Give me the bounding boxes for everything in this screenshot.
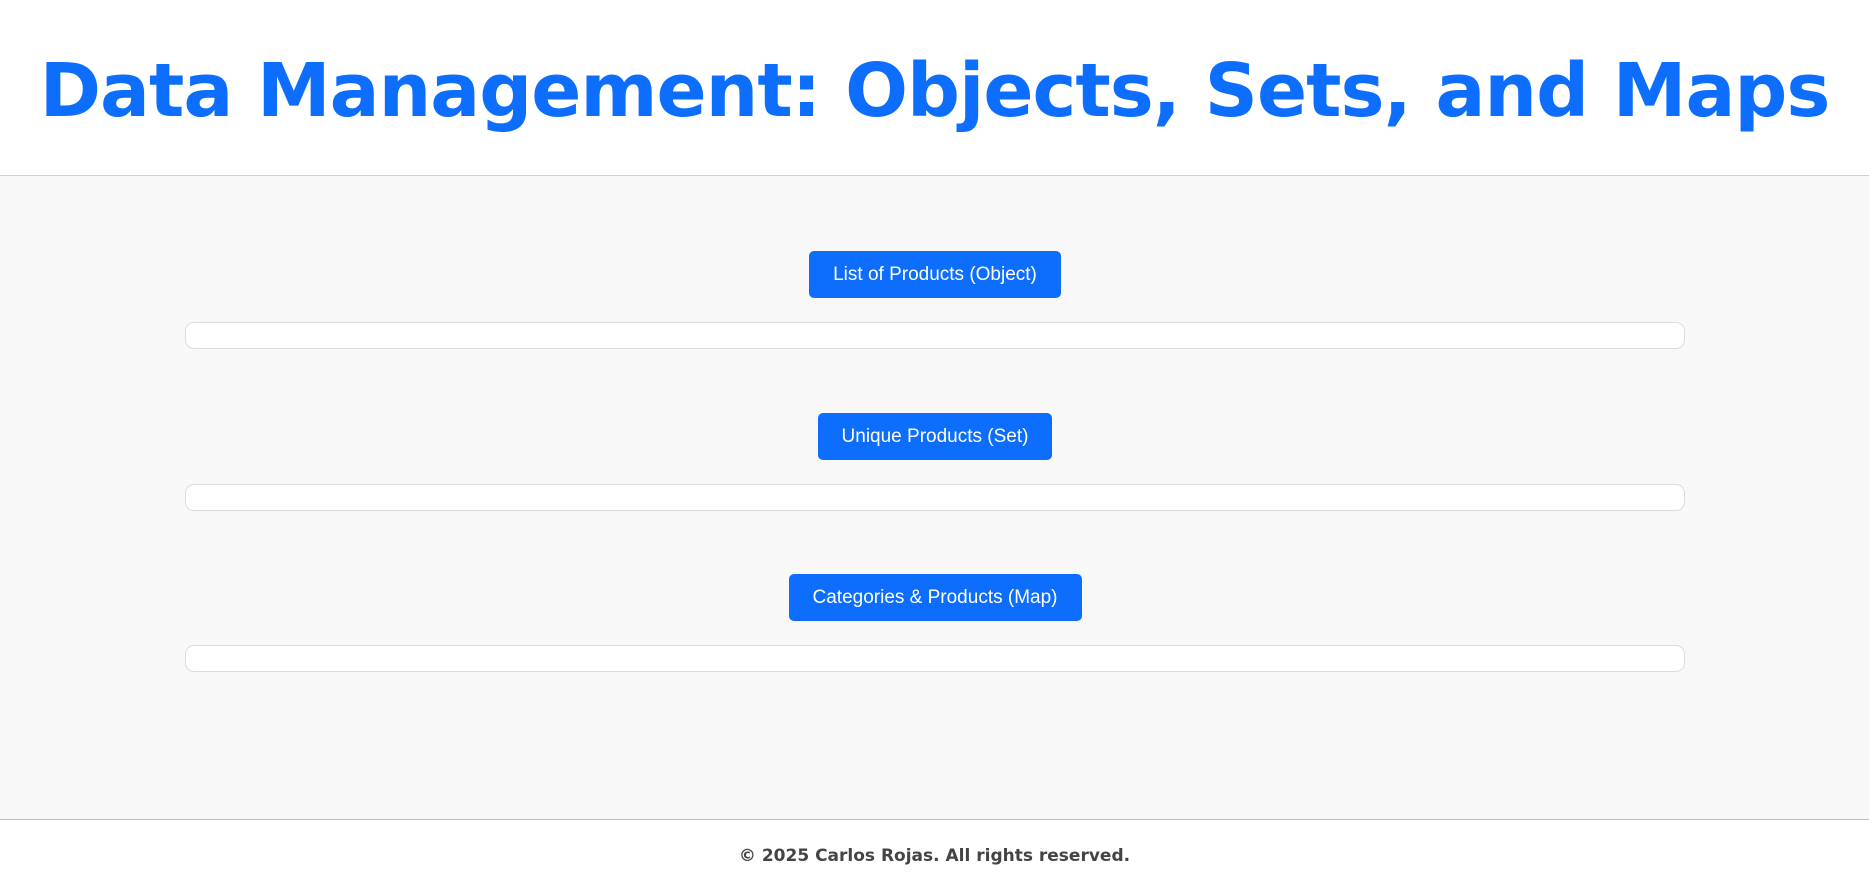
unique-products-set-button[interactable]: Unique Products (Set) [817,413,1053,460]
page-header: Data Management: Objects, Sets, and Maps [0,0,1869,176]
page-title: Data Management: Objects, Sets, and Maps [39,47,1831,134]
list-products-object-button[interactable]: List of Products (Object) [809,251,1061,298]
page-footer: © 2025 Carlos Rojas. All rights reserved… [0,819,1869,895]
products-set-output [185,484,1685,511]
main-content: List of Products (Object) Unique Product… [0,176,1869,819]
categories-map-section: Categories & Products (Map) [185,574,1685,672]
categories-map-output [185,645,1685,672]
categories-products-map-button[interactable]: Categories & Products (Map) [788,574,1082,621]
copyright-text: © 2025 Carlos Rojas. All rights reserved… [738,846,1131,866]
products-object-output [185,322,1685,349]
products-set-section: Unique Products (Set) [185,413,1685,511]
products-object-section: List of Products (Object) [185,251,1685,349]
